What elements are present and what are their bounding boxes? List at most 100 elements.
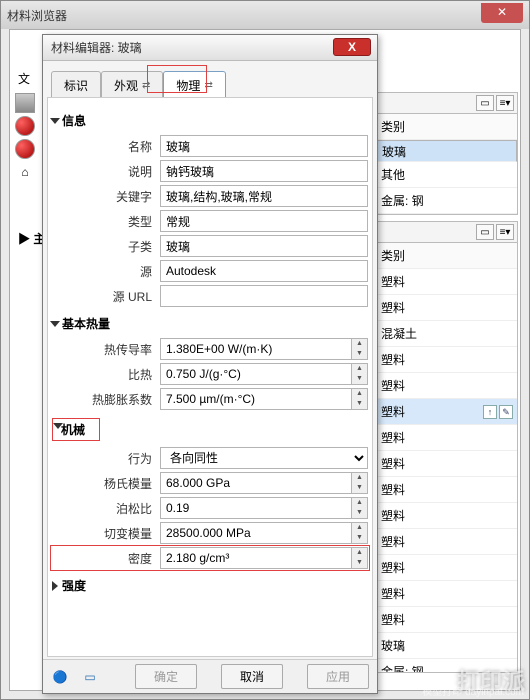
property-select[interactable]: 各向同性 (160, 447, 368, 469)
list-item[interactable]: 玻璃 (373, 633, 517, 659)
spinner-buttons[interactable]: ▲▼ (352, 522, 368, 544)
property-row: 密度 ▲▼ (52, 547, 368, 569)
property-label: 泊松比 (52, 500, 160, 517)
property-label: 杨氏模量 (52, 475, 160, 492)
category-item[interactable]: 玻璃 (373, 140, 517, 162)
property-input[interactable] (160, 135, 368, 157)
category-list-bottom[interactable]: 类别 塑料 塑料 混凝土 塑料 塑料 塑料↑✎ 塑料 塑料 塑料 塑料 塑料 塑… (372, 243, 518, 673)
editor-titlebar[interactable]: 材料编辑器: 玻璃 X (43, 35, 377, 61)
property-input[interactable] (160, 472, 352, 494)
sort-up-icon[interactable]: ↑ (483, 405, 497, 419)
property-input[interactable] (160, 160, 368, 182)
list-item[interactable]: 塑料 (373, 269, 517, 295)
list-item[interactable]: 塑料 (373, 555, 517, 581)
list-item[interactable]: 塑料 (373, 529, 517, 555)
property-field (160, 185, 368, 207)
property-input[interactable] (160, 260, 368, 282)
property-row: 类型 (52, 210, 368, 232)
category-header: 类别 (373, 243, 517, 269)
triangle-down-icon (53, 423, 63, 429)
property-row: 关键字 (52, 185, 368, 207)
list-item[interactable]: 塑料 (373, 581, 517, 607)
list-item-selected[interactable]: 塑料↑✎ (373, 399, 517, 425)
view-list-icon[interactable]: ≡▾ (496, 224, 514, 240)
list-item[interactable]: 塑料 (373, 451, 517, 477)
property-row: 热传导率▲▼ (52, 338, 368, 360)
property-row: 比热▲▼ (52, 363, 368, 385)
browser-close-button[interactable]: ✕ (481, 3, 523, 23)
property-row: 源 (52, 260, 368, 282)
property-field (160, 135, 368, 157)
property-input[interactable] (160, 338, 352, 360)
outer-label: 文 (18, 70, 30, 87)
property-field: 各向同性 (160, 447, 368, 469)
list-item[interactable]: 塑料 (373, 425, 517, 451)
add-material-icon[interactable]: 🔵 (51, 668, 69, 686)
ok-button[interactable]: 确定 (135, 664, 197, 689)
spinner-buttons[interactable]: ▲▼ (352, 338, 368, 360)
section-info[interactable]: 信息 (52, 112, 368, 129)
sort-edit-icon[interactable]: ✎ (499, 405, 513, 419)
category-list-top: 类别 玻璃 其他 金属: 钢 (372, 114, 518, 215)
section-thermal[interactable]: 基本热量 (52, 315, 368, 332)
editor-close-button[interactable]: X (333, 38, 371, 56)
property-input[interactable] (160, 547, 352, 569)
browser-title: 材料浏览器 (7, 7, 67, 24)
property-input[interactable] (160, 388, 352, 410)
property-input[interactable] (160, 235, 368, 257)
property-input[interactable] (160, 363, 352, 385)
property-input[interactable] (160, 210, 368, 232)
view-square-icon[interactable]: ▭ (476, 224, 494, 240)
spinner-buttons[interactable]: ▲▼ (352, 547, 368, 569)
view-list-icon[interactable]: ≡▾ (496, 95, 514, 111)
section-strength[interactable]: 强度 (52, 577, 368, 594)
tab-label: 外观 (114, 77, 138, 94)
spinner-buttons[interactable]: ▲▼ (352, 388, 368, 410)
property-field: ▲▼ (160, 522, 368, 544)
property-field: ▲▼ (160, 547, 368, 569)
list-item[interactable]: 塑料 (373, 373, 517, 399)
cancel-button[interactable]: 取消 (221, 664, 283, 689)
category-item[interactable]: 其他 (373, 162, 517, 188)
triangle-right-icon (52, 581, 58, 591)
tab-physical[interactable]: 物理⇄ (163, 71, 225, 99)
section-title: 信息 (62, 112, 86, 129)
section-title: 机械 (61, 421, 85, 438)
section-mechanical[interactable]: 机械 (52, 418, 368, 441)
category-item[interactable]: 金属: 钢 (373, 188, 517, 214)
spinner-buttons[interactable]: ▲▼ (352, 472, 368, 494)
spinner-buttons[interactable]: ▲▼ (352, 363, 368, 385)
property-label: 切变模量 (52, 525, 160, 542)
tab-identity[interactable]: 标识 (51, 71, 101, 99)
swatch-strip: ⌂ (10, 90, 40, 185)
editor-tabs: 标识 外观⇄ 物理⇄ (51, 71, 369, 99)
list-item[interactable]: 塑料 (373, 477, 517, 503)
property-input[interactable] (160, 497, 352, 519)
property-input[interactable] (160, 285, 368, 307)
list-item[interactable]: 混凝土 (373, 321, 517, 347)
property-input[interactable] (160, 522, 352, 544)
property-label: 源 (52, 263, 160, 280)
editor-body: 信息 名称说明关键字类型子类源源 URL 基本热量 热传导率▲▼比热▲▼热膨胀系… (47, 97, 373, 657)
list-item[interactable]: 塑料 (373, 347, 517, 373)
property-row: 源 URL (52, 285, 368, 307)
property-row: 泊松比 ▲▼ (52, 497, 368, 519)
property-input[interactable] (160, 185, 368, 207)
view-square-icon[interactable]: ▭ (476, 95, 494, 111)
swatch-red[interactable] (15, 116, 35, 136)
home-icon[interactable]: ⌂ (15, 162, 35, 182)
property-label: 热膨胀系数 (52, 391, 160, 408)
list-item[interactable]: 塑料 (373, 295, 517, 321)
spinner-buttons[interactable]: ▲▼ (352, 497, 368, 519)
list-item[interactable]: 金属: 钢 (373, 659, 517, 673)
apply-button[interactable]: 应用 (307, 664, 369, 689)
library-icon[interactable]: ▭ (81, 668, 99, 686)
swatch-gray[interactable] (15, 93, 35, 113)
property-row: 子类 (52, 235, 368, 257)
list-item[interactable]: 塑料 (373, 503, 517, 529)
list-item[interactable]: 塑料 (373, 607, 517, 633)
property-label: 密度 (52, 550, 160, 567)
swatch-red[interactable] (15, 139, 35, 159)
property-field (160, 285, 368, 307)
tab-appearance[interactable]: 外观⇄ (101, 71, 163, 99)
